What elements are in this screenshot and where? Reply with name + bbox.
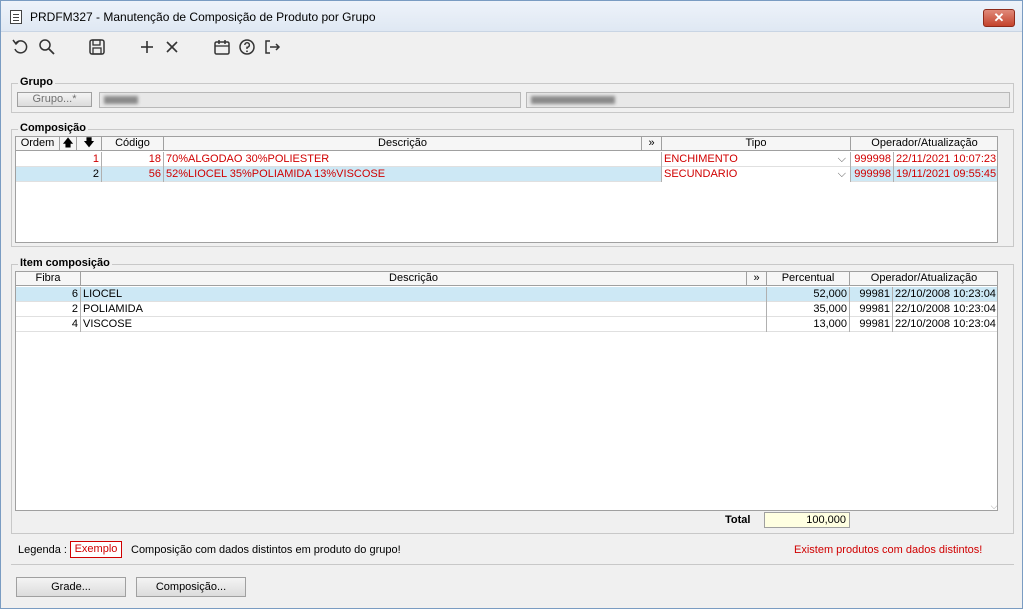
save-icon[interactable] (87, 37, 107, 57)
divider (11, 564, 1014, 565)
grade-button[interactable]: Grade... (16, 577, 126, 597)
composicao-title: Composição (18, 122, 89, 134)
table-row[interactable]: 4 VISCOSE 13,000 99981 22/10/2008 10:23:… (16, 317, 997, 332)
percentual-cell: 52,000 (767, 287, 850, 302)
codigo-cell: 56 (102, 167, 164, 182)
header-ordem[interactable]: Ordem (16, 137, 60, 151)
tipo-value: ENCHIMENTO (664, 153, 738, 165)
header-descricao[interactable]: Descrição (164, 137, 642, 151)
data-cell: 22/10/2008 10:23:04 (893, 302, 997, 317)
operador-cell: 999998 (851, 167, 894, 182)
table-row[interactable]: 2 POLIAMIDA 35,000 99981 22/10/2008 10:2… (16, 302, 997, 317)
help-icon[interactable] (237, 37, 257, 57)
toolbar (1, 33, 1022, 63)
grupo-description-field[interactable] (526, 92, 1010, 108)
operador-cell: 99981 (850, 302, 893, 317)
total-label: Total (725, 514, 751, 526)
tipo-select[interactable]: SECUNDARIO ⌵ (662, 167, 851, 182)
descricao-cell: 70%ALGODAO 30%POLIESTER (164, 152, 662, 167)
header-descricao[interactable]: Descrição (81, 272, 747, 286)
scroll-down-icon[interactable]: ⌵ (989, 501, 997, 510)
header-tipo[interactable]: Tipo (662, 137, 851, 151)
header-percentual[interactable]: Percentual (767, 272, 850, 286)
sort-up-button[interactable]: 🡅 (60, 137, 77, 151)
title-bar: PRDFM327 - Manutenção de Composição de P… (1, 1, 1022, 32)
operador-cell: 99981 (850, 287, 893, 302)
document-icon (10, 10, 22, 24)
expand-button[interactable]: » (642, 137, 662, 151)
chevron-down-icon[interactable]: ⌵ (838, 167, 846, 181)
close-button[interactable]: ✕ (983, 9, 1015, 27)
total-value: 100,000 (764, 512, 850, 528)
data-cell: 22/11/2021 10:07:23 (894, 152, 997, 167)
composicao-section: Composição Ordem 🡅 🡇 Código Descrição » … (11, 122, 1014, 247)
operador-cell: 99981 (850, 317, 893, 332)
exit-icon[interactable] (262, 37, 282, 57)
chevron-down-icon[interactable]: ⌵ (838, 152, 846, 166)
percentual-cell: 13,000 (767, 317, 850, 332)
delete-icon[interactable] (162, 37, 182, 57)
descricao-cell: VISCOSE (81, 317, 767, 332)
ordem-cell: 2 (16, 167, 102, 182)
calendar-icon[interactable] (212, 37, 232, 57)
main-window: PRDFM327 - Manutenção de Composição de P… (0, 0, 1023, 609)
data-cell: 22/10/2008 10:23:04 (893, 287, 997, 302)
descricao-cell: LIOCEL (81, 287, 767, 302)
percentual-cell: 35,000 (767, 302, 850, 317)
descricao-cell: 52%LIOCEL 35%POLIAMIDA 13%VISCOSE (164, 167, 662, 182)
fibra-cell: 4 (16, 317, 81, 332)
header-operador[interactable]: Operador/Atualização (850, 272, 997, 286)
grupo-title: Grupo (18, 76, 55, 88)
warning-text: Existem produtos com dados distintos! (794, 544, 983, 556)
composicao-grid: Ordem 🡅 🡇 Código Descrição » Tipo Operad… (15, 136, 998, 243)
legenda-sample: Exemplo (70, 541, 122, 558)
expand-button[interactable]: » (747, 272, 767, 286)
table-row[interactable]: 1 18 70%ALGODAO 30%POLIESTER ENCHIMENTO … (16, 152, 997, 167)
header-operador[interactable]: Operador/Atualização (851, 137, 997, 151)
fibra-cell: 6 (16, 287, 81, 302)
descricao-cell: POLIAMIDA (81, 302, 767, 317)
header-codigo[interactable]: Código (102, 137, 164, 151)
fibra-cell: 2 (16, 302, 81, 317)
operador-cell: 999998 (851, 152, 894, 167)
codigo-cell: 18 (102, 152, 164, 167)
tipo-value: SECUNDARIO (664, 168, 738, 180)
ordem-cell: 1 (16, 152, 102, 167)
grupo-section: Grupo Grupo...* (11, 76, 1014, 113)
add-icon[interactable] (137, 37, 157, 57)
undo-icon[interactable] (11, 37, 31, 57)
table-row[interactable]: 2 56 52%LIOCEL 35%POLIAMIDA 13%VISCOSE S… (16, 167, 997, 182)
composicao-button[interactable]: Composição... (136, 577, 246, 597)
data-cell: 19/11/2021 09:55:45 (894, 167, 997, 182)
search-icon[interactable] (37, 37, 57, 57)
window-title: PRDFM327 - Manutenção de Composição de P… (30, 10, 376, 24)
sort-down-button[interactable]: 🡇 (77, 137, 102, 151)
tipo-select[interactable]: ENCHIMENTO ⌵ (662, 152, 851, 167)
table-row[interactable]: 6 LIOCEL 52,000 99981 22/10/2008 10:23:0… (16, 287, 997, 302)
item-composicao-section: Item composição Fibra Descrição » Percen… (11, 257, 1014, 534)
item-composicao-title: Item composição (18, 257, 112, 269)
data-cell: 22/10/2008 10:23:04 (893, 317, 997, 332)
item-composicao-grid: Fibra Descrição » Percentual Operador/At… (15, 271, 998, 511)
grupo-button[interactable]: Grupo...* (17, 92, 92, 107)
header-fibra[interactable]: Fibra (16, 272, 81, 286)
legenda-description: Composição com dados distintos em produt… (131, 544, 401, 556)
legenda-label: Legenda : (18, 544, 67, 556)
grupo-code-field[interactable] (99, 92, 521, 108)
